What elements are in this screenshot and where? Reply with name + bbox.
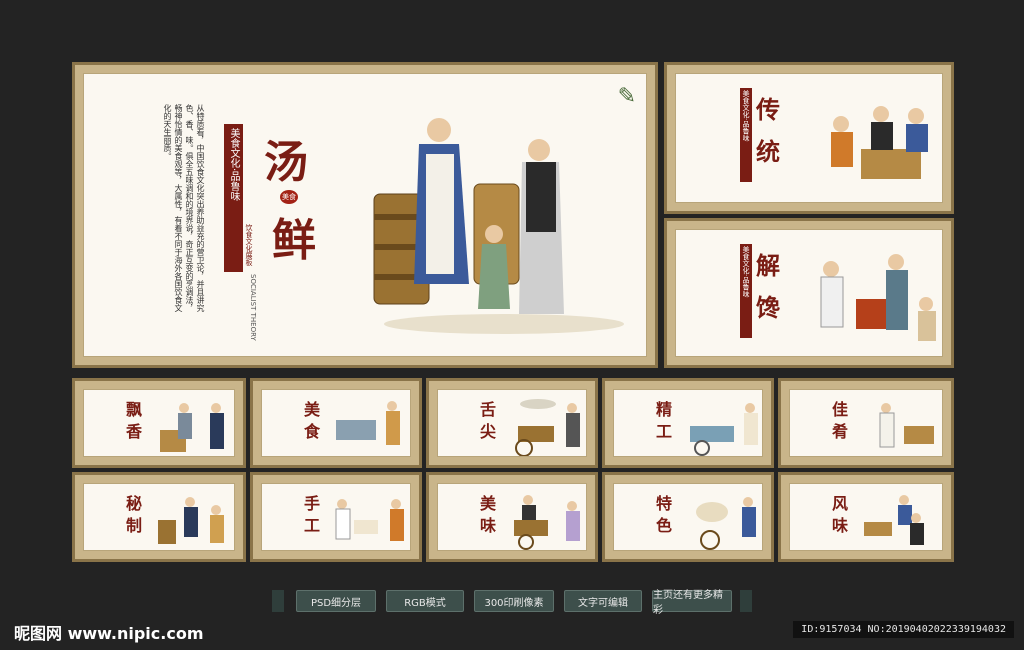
small-panel-6-char-2: 制 bbox=[126, 516, 143, 535]
side-panel-1-inner: 美食文化·品鲁味 传 统 bbox=[675, 73, 943, 203]
bamboo-decoration: ✎ bbox=[617, 84, 636, 109]
editable-text-button[interactable]: 文字可编辑 bbox=[564, 590, 642, 612]
small-panel-inner: 手 工 bbox=[261, 483, 411, 551]
main-english: SOCIALIST THEORY bbox=[249, 274, 257, 341]
main-seal: 美食 bbox=[280, 190, 298, 204]
small-panel-4-char-1: 精 bbox=[656, 400, 673, 419]
small-panel-3: 舌 尖 bbox=[426, 378, 598, 468]
side-panel-2-inner: 美食文化·品鲁味 解 馋 bbox=[675, 229, 943, 357]
rgb-mode-button[interactable]: RGB模式 bbox=[386, 590, 464, 612]
small-panel-inner: 美 食 bbox=[261, 389, 411, 457]
small-panel-9-char-1: 特 bbox=[656, 494, 673, 513]
small-panel-7-char-2: 工 bbox=[304, 516, 321, 535]
side-panel-2-text bbox=[694, 242, 734, 352]
button-bar-right-cap bbox=[740, 590, 752, 612]
print-resolution-button[interactable]: 300印刷像素 bbox=[474, 590, 554, 612]
small-panel-inner: 精 工 bbox=[613, 389, 763, 457]
side-panel-2-char-2: 馋 bbox=[756, 293, 780, 322]
small-panel-inner: 风 味 bbox=[789, 483, 943, 551]
small-panel-inner: 美 味 bbox=[437, 483, 587, 551]
main-panel: 从特质看，中国饮食文化突出养助益充的营卫论，并且讲究色、香、味。俱全五味调和的境… bbox=[72, 62, 658, 368]
small-panel-5-char-1: 佳 bbox=[832, 400, 849, 419]
small-panel-3-char-1: 舌 bbox=[480, 400, 497, 419]
main-title-char-2: 鲜 bbox=[272, 215, 316, 266]
side-panel-1-vtitle: 美食文化·品鲁味 bbox=[740, 88, 752, 182]
small-panel-7-char-1: 手 bbox=[304, 494, 321, 513]
small-panel-7-illustration bbox=[335, 499, 404, 541]
small-panel-1: 飘 香 bbox=[72, 378, 246, 468]
more-on-homepage-button[interactable]: 主页还有更多精彩 bbox=[652, 590, 732, 616]
small-panel-3-illustration bbox=[515, 399, 580, 456]
small-panel-inner: 飘 香 bbox=[83, 389, 235, 457]
small-panel-8-illustration bbox=[514, 495, 580, 550]
small-panel-2-char-2: 食 bbox=[304, 422, 321, 441]
main-illustration bbox=[373, 118, 624, 334]
side-panel-2-illustration bbox=[820, 254, 936, 341]
small-panel-10-char-1: 风 bbox=[832, 494, 849, 513]
small-panel-3-char-2: 尖 bbox=[480, 422, 497, 441]
small-panel-1-illustration bbox=[160, 403, 224, 452]
small-panel-4-char-2: 工 bbox=[656, 422, 673, 441]
small-panel-6: 秘 制 bbox=[72, 472, 246, 562]
small-panel-inner: 舌 尖 bbox=[437, 389, 587, 457]
small-panel-1-char-1: 飘 bbox=[126, 400, 143, 419]
small-panel-2: 美 食 bbox=[250, 378, 422, 468]
small-panel-6-illustration bbox=[158, 497, 224, 544]
small-panel-1-char-2: 香 bbox=[126, 422, 143, 441]
main-title-char-1: 汤 bbox=[264, 137, 308, 188]
small-panel-inner: 佳 肴 bbox=[789, 389, 943, 457]
small-panel-6-char-1: 秘 bbox=[126, 494, 143, 513]
main-body-text: 从特质看，中国饮食文化突出养助益充的营卫论，并且讲究色、香、味。俱全五味调和的境… bbox=[163, 104, 205, 312]
side-panel-1-char-1: 传 bbox=[756, 95, 780, 124]
small-panel-9-char-2: 色 bbox=[656, 516, 673, 535]
side-panel-1-illustration bbox=[831, 106, 928, 179]
small-panel-2-char-1: 美 bbox=[304, 400, 321, 419]
button-bar-left-cap bbox=[272, 590, 284, 612]
side-panel-2: 美食文化·品鲁味 解 馋 bbox=[664, 218, 954, 368]
main-vertical-title: 美食文化·品鲁味 bbox=[224, 124, 243, 272]
side-panel-2-vtitle: 美食文化·品鲁味 bbox=[740, 244, 752, 338]
small-panel-10: 风 味 bbox=[778, 472, 954, 562]
small-panel-8-char-1: 美 bbox=[480, 494, 497, 513]
small-panel-2-illustration bbox=[336, 401, 400, 445]
small-panel-5-illustration bbox=[879, 403, 934, 448]
site-logo[interactable]: 昵图网 www.nipic.com bbox=[14, 620, 204, 644]
side-panel-1-char-2: 统 bbox=[756, 137, 780, 166]
small-panel-8: 美 味 bbox=[426, 472, 598, 562]
image-id-label: ID:9157034 NO:20190402022339194032 bbox=[793, 621, 1014, 638]
small-panel-9-illustration bbox=[696, 497, 756, 550]
small-panel-7: 手 工 bbox=[250, 472, 422, 562]
small-panel-5: 佳 肴 bbox=[778, 378, 954, 468]
small-panel-inner: 秘 制 bbox=[83, 483, 235, 551]
psd-layers-button[interactable]: PSD细分层 bbox=[296, 590, 376, 612]
small-panel-8-char-2: 味 bbox=[480, 516, 497, 535]
side-panel-1-text bbox=[694, 86, 734, 196]
small-panel-10-illustration bbox=[864, 495, 924, 545]
side-panel-2-char-1: 解 bbox=[756, 251, 780, 280]
side-panel-1: 美食文化·品鲁味 传 统 bbox=[664, 62, 954, 214]
small-panel-4: 精 工 bbox=[602, 378, 774, 468]
small-panel-9: 特 色 bbox=[602, 472, 774, 562]
small-panel-inner: 特 色 bbox=[613, 483, 763, 551]
small-panel-10-char-2: 味 bbox=[832, 516, 849, 535]
small-panel-4-illustration bbox=[690, 403, 758, 456]
main-panel-inner: 从特质看，中国饮食文化突出养助益充的营卫论，并且讲究色、香、味。俱全五味调和的境… bbox=[83, 73, 647, 357]
main-sub-vertical: 饮食文化展板 bbox=[245, 224, 253, 266]
small-panel-5-char-2: 肴 bbox=[832, 422, 849, 441]
